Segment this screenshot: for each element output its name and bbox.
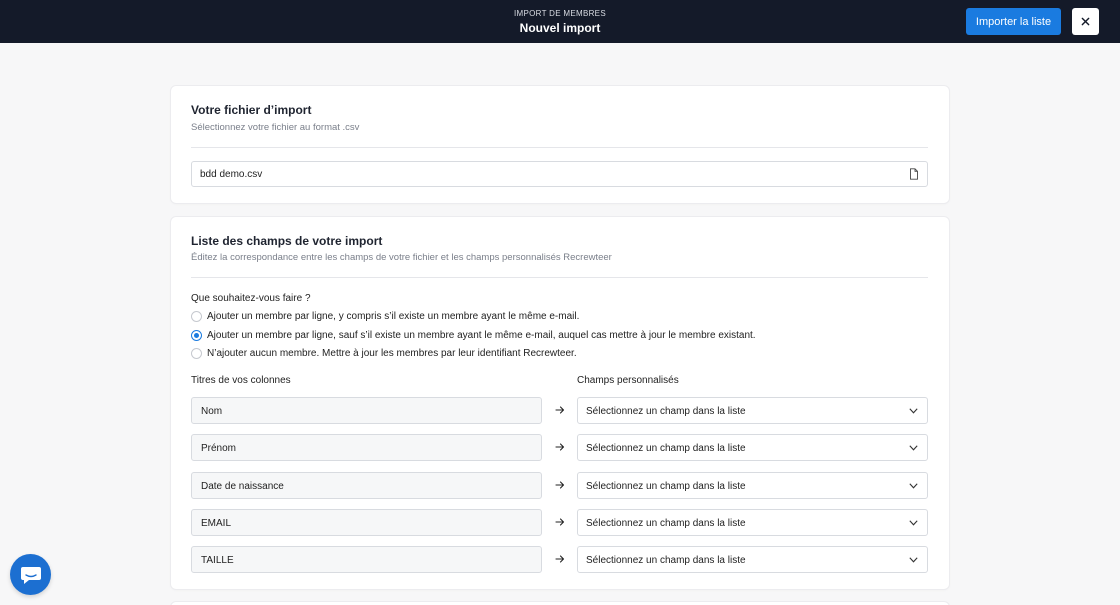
chat-icon xyxy=(20,566,41,584)
custom-field-select[interactable]: Sélectionnez un champ dans la liste xyxy=(577,546,928,573)
chevron-down-icon xyxy=(909,445,918,451)
import-file-card: Votre fichier d’import Sélectionnez votr… xyxy=(171,86,949,203)
source-column-field: TAILLE xyxy=(191,546,542,573)
page-title: Nouvel import xyxy=(519,21,601,35)
arrow-right-icon xyxy=(555,518,565,526)
arrow-right-icon xyxy=(555,555,565,563)
source-column-label: EMAIL xyxy=(201,518,232,529)
header-titles: IMPORT DE MEMBRES Nouvel import xyxy=(0,9,1120,36)
mapping-row: Prénom Sélectionnez un champ dans la lis… xyxy=(191,434,928,461)
radio-label: N’ajouter aucun membre. Mettre à jour le… xyxy=(207,347,577,359)
radio-option-3[interactable]: N’ajouter aucun membre. Mettre à jour le… xyxy=(191,346,577,360)
chevron-down-icon xyxy=(909,520,918,526)
column-header-target: Champs personnalisés xyxy=(577,375,679,386)
file-icon xyxy=(910,168,918,180)
close-button[interactable] xyxy=(1072,8,1099,35)
mapping-row: Date de naissance Sélectionnez un champ … xyxy=(191,472,928,499)
arrow-right-icon xyxy=(555,481,565,489)
source-column-field: Nom xyxy=(191,397,542,424)
source-column-field: EMAIL xyxy=(191,509,542,536)
arrow-right-icon xyxy=(555,443,565,451)
custom-field-select[interactable]: Sélectionnez un champ dans la liste xyxy=(577,434,928,461)
source-column-label: Prénom xyxy=(201,443,237,454)
radio-label: Ajouter un membre par ligne, sauf s’il e… xyxy=(207,329,756,341)
divider xyxy=(191,147,928,148)
mapping-row: EMAIL Sélectionnez un champ dans la list… xyxy=(191,509,928,536)
radio-button[interactable] xyxy=(191,347,202,359)
custom-field-select[interactable]: Sélectionnez un champ dans la liste xyxy=(577,509,928,536)
source-column-field: Date de naissance xyxy=(191,472,542,499)
import-fields-card: Liste des champs de votre import Éditez … xyxy=(171,217,949,589)
custom-field-select[interactable]: Sélectionnez un champ dans la liste xyxy=(577,472,928,499)
fields-card-title: Liste des champs de votre import xyxy=(191,234,383,248)
radio-button-checked[interactable] xyxy=(191,329,202,341)
radio-option-1[interactable]: Ajouter un membre par ligne, y compris s… xyxy=(191,309,579,323)
chevron-down-icon xyxy=(909,408,918,414)
source-column-label: Date de naissance xyxy=(201,481,284,492)
chevron-down-icon xyxy=(909,483,918,489)
radio-option-2[interactable]: Ajouter un membre par ligne, sauf s’il e… xyxy=(191,328,756,342)
mapping-row: TAILLE Sélectionnez un champ dans la lis… xyxy=(191,546,928,573)
select-value: Sélectionnez un champ dans la liste xyxy=(586,406,746,417)
page-kicker: IMPORT DE MEMBRES xyxy=(514,9,606,18)
file-card-subtitle: Sélectionnez votre fichier au format .cs… xyxy=(191,122,360,133)
file-card-title: Votre fichier d’import xyxy=(191,103,312,117)
select-value: Sélectionnez un champ dans la liste xyxy=(586,518,746,529)
arrow-right-icon xyxy=(555,406,565,414)
mapping-row: Nom Sélectionnez un champ dans la liste xyxy=(191,397,928,424)
select-value: Sélectionnez un champ dans la liste xyxy=(586,481,746,492)
close-icon xyxy=(1081,17,1090,26)
select-value: Sélectionnez un champ dans la liste xyxy=(586,555,746,566)
file-name: bdd demo.csv xyxy=(200,169,263,180)
divider xyxy=(191,277,928,278)
select-value: Sélectionnez un champ dans la liste xyxy=(586,443,746,454)
source-column-label: TAILLE xyxy=(201,555,234,566)
import-list-button[interactable]: Importer la liste xyxy=(966,8,1061,35)
chat-widget-button[interactable] xyxy=(10,554,51,595)
radio-button[interactable] xyxy=(191,310,202,322)
source-column-label: Nom xyxy=(201,406,223,417)
top-bar: IMPORT DE MEMBRES Nouvel import Importer… xyxy=(0,0,1120,43)
action-question: Que souhaitez-vous faire ? xyxy=(191,293,311,304)
column-header-source: Titres de vos colonnes xyxy=(191,375,291,386)
source-column-field: Prénom xyxy=(191,434,542,461)
file-input[interactable]: bdd demo.csv xyxy=(191,161,928,187)
fields-card-subtitle: Éditez la correspondance entre les champ… xyxy=(191,252,612,263)
custom-field-select[interactable]: Sélectionnez un champ dans la liste xyxy=(577,397,928,424)
radio-label: Ajouter un membre par ligne, y compris s… xyxy=(207,310,580,322)
chevron-down-icon xyxy=(909,557,918,563)
